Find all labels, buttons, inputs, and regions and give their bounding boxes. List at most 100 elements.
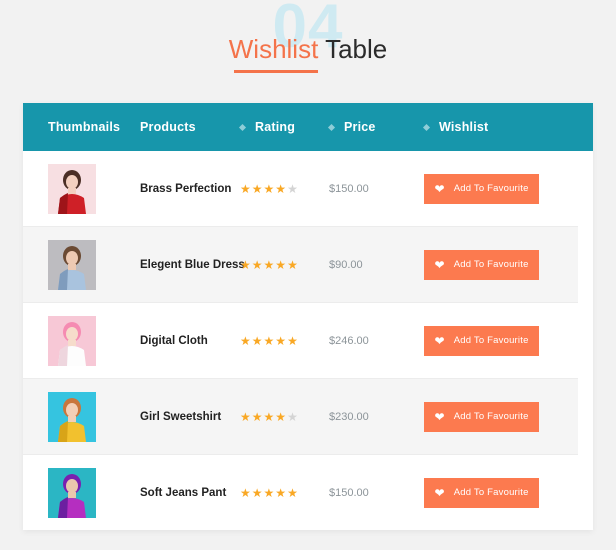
product-thumbnail <box>48 467 96 518</box>
table-body: Brass Perfection ★ ★ ★ ★ ★ $150.00 ❤ Add To … <box>23 151 593 530</box>
star-filled-icon: ★ <box>287 485 298 500</box>
column-header-wishlist[interactable]: Wishlist <box>422 120 564 134</box>
star-filled-icon: ★ <box>275 181 287 196</box>
product-name-cell: Brass Perfection <box>140 183 240 195</box>
product-rating-cell: ★ ★ ★ ★ ★ <box>240 183 329 195</box>
product-price-cell: $150.00 <box>329 183 424 195</box>
star-filled-icon: ★ <box>275 333 287 348</box>
rating-stars: ★ ★ ★ ★ ★ <box>240 411 298 423</box>
column-header-thumbnails-label: Thumbnails <box>48 120 121 134</box>
product-rating-cell: ★ ★ ★ ★ ★ <box>240 259 329 271</box>
product-name: Soft Jeans Pant <box>140 486 227 499</box>
star-filled-icon: ★ <box>240 333 251 348</box>
product-price-cell: $230.00 <box>329 411 424 423</box>
column-header-wishlist-label: Wishlist <box>439 120 489 134</box>
heart-icon: ❤ <box>434 257 445 272</box>
product-name-cell: Girl Sweetshirt <box>140 411 240 423</box>
product-rating-cell: ★ ★ ★ ★ ★ <box>240 411 329 423</box>
sort-diamond-icon <box>327 123 336 131</box>
star-filled-icon: ★ <box>263 181 275 196</box>
product-name: Digital Cloth <box>140 334 208 347</box>
star-filled-icon: ★ <box>263 485 275 500</box>
table-row: Brass Perfection ★ ★ ★ ★ ★ $150.00 ❤ Add To … <box>23 151 593 226</box>
product-photo <box>48 239 96 290</box>
star-filled-icon: ★ <box>240 181 251 196</box>
product-thumbnail <box>48 315 96 366</box>
product-thumbnail-cell <box>23 467 140 518</box>
wishlist-table-card: Thumbnails Products Rating Price Wishlis… <box>23 103 593 530</box>
rating-stars: ★ ★ ★ ★ ★ <box>240 259 298 271</box>
table-row: Elegent Blue Dress ★ ★ ★ ★ ★ $90.00 ❤ Add To… <box>23 226 578 303</box>
column-header-products[interactable]: Products <box>140 120 240 134</box>
table-row: Girl Sweetshirt ★ ★ ★ ★ ★ $230.00 ❤ Add To F… <box>23 378 578 455</box>
column-header-price[interactable]: Price <box>327 120 424 134</box>
page-title: Wishlist Table <box>0 36 616 62</box>
table-row: Soft Jeans Pant ★ ★ ★ ★ ★ $150.00 ❤ Add To F… <box>23 455 593 530</box>
product-wishlist-cell: ❤ Add To Favourite <box>424 173 564 204</box>
product-name: Elegent Blue Dress <box>140 258 245 271</box>
star-filled-icon: ★ <box>275 257 287 272</box>
star-filled-icon: ★ <box>275 485 287 500</box>
product-price-cell: $90.00 <box>329 259 424 271</box>
product-price: $90.00 <box>329 258 363 271</box>
star-empty-icon: ★ <box>287 181 298 196</box>
product-name: Girl Sweetshirt <box>140 410 222 423</box>
star-filled-icon: ★ <box>251 485 263 500</box>
page-title-block: 04 Wishlist Table <box>0 0 616 100</box>
product-photo <box>48 315 96 366</box>
star-filled-icon: ★ <box>263 333 275 348</box>
table-row: Digital Cloth ★ ★ ★ ★ ★ $246.00 ❤ Add To Fav… <box>23 303 593 378</box>
column-header-price-label: Price <box>344 120 376 134</box>
heart-icon: ❤ <box>434 409 445 424</box>
add-to-favourite-label: Add To Favourite <box>453 335 529 346</box>
product-price-cell: $246.00 <box>329 335 424 347</box>
heart-icon: ❤ <box>434 333 445 348</box>
product-wishlist-cell: ❤ Add To Favourite <box>424 401 564 432</box>
add-to-favourite-button[interactable]: ❤ Add To Favourite <box>424 477 539 508</box>
add-to-favourite-label: Add To Favourite <box>453 411 529 422</box>
product-thumbnail <box>48 163 96 214</box>
product-wishlist-cell: ❤ Add To Favourite <box>424 325 564 356</box>
rating-stars: ★ ★ ★ ★ ★ <box>240 335 298 347</box>
product-photo <box>48 391 96 442</box>
title-underline <box>234 70 318 73</box>
star-filled-icon: ★ <box>251 409 263 424</box>
star-filled-icon: ★ <box>275 409 287 424</box>
product-wishlist-cell: ❤ Add To Favourite <box>424 249 564 280</box>
product-thumbnail <box>48 239 96 290</box>
star-filled-icon: ★ <box>251 181 263 196</box>
product-name-cell: Elegent Blue Dress <box>140 259 245 271</box>
column-header-products-label: Products <box>140 120 196 134</box>
product-thumbnail-cell <box>23 239 140 290</box>
table-header-row: Thumbnails Products Rating Price Wishlis… <box>23 103 593 151</box>
product-wishlist-cell: ❤ Add To Favourite <box>424 477 564 508</box>
product-price: $150.00 <box>329 486 369 499</box>
star-filled-icon: ★ <box>287 257 298 272</box>
star-filled-icon: ★ <box>263 257 275 272</box>
star-filled-icon: ★ <box>240 409 251 424</box>
rating-stars: ★ ★ ★ ★ ★ <box>240 183 298 195</box>
product-price: $246.00 <box>329 334 369 347</box>
page-title-rest: Table <box>318 34 388 64</box>
add-to-favourite-button[interactable]: ❤ Add To Favourite <box>424 249 539 280</box>
product-name-cell: Digital Cloth <box>140 335 240 347</box>
star-filled-icon: ★ <box>240 257 251 272</box>
sort-diamond-icon <box>238 123 247 131</box>
product-name-cell: Soft Jeans Pant <box>140 487 240 499</box>
add-to-favourite-button[interactable]: ❤ Add To Favourite <box>424 173 539 204</box>
product-photo <box>48 467 96 518</box>
heart-icon: ❤ <box>434 485 445 500</box>
product-name: Brass Perfection <box>140 182 232 195</box>
column-header-thumbnails[interactable]: Thumbnails <box>23 120 140 134</box>
add-to-favourite-button[interactable]: ❤ Add To Favourite <box>424 325 539 356</box>
add-to-favourite-button[interactable]: ❤ Add To Favourite <box>424 401 539 432</box>
product-rating-cell: ★ ★ ★ ★ ★ <box>240 487 329 499</box>
star-filled-icon: ★ <box>287 333 298 348</box>
product-thumbnail <box>48 391 96 442</box>
page-title-accent: Wishlist <box>228 34 319 64</box>
add-to-favourite-label: Add To Favourite <box>453 183 529 194</box>
product-price: $230.00 <box>329 410 369 423</box>
product-thumbnail-cell <box>23 163 140 214</box>
product-price-cell: $150.00 <box>329 487 424 499</box>
column-header-rating[interactable]: Rating <box>238 120 329 134</box>
